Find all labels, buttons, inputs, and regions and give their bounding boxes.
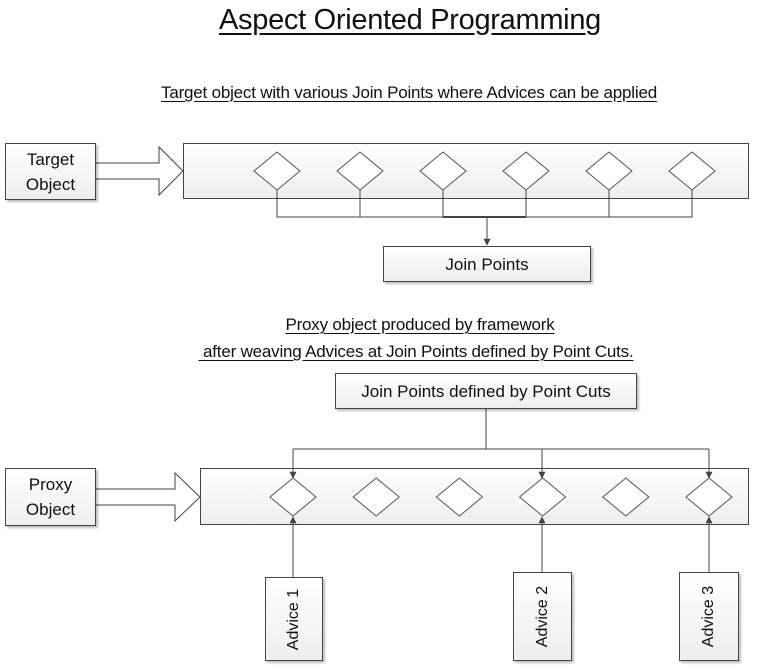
pointcut-box: Join Points defined by Point Cuts	[335, 373, 637, 409]
advice-1-label: Advice 1	[285, 588, 303, 650]
advice-2-box: Advice 2	[513, 572, 572, 661]
proxy-block-arrow	[94, 471, 201, 523]
diagram-canvas	[94, 143, 749, 577]
pointcut-label: Join Points defined by Point Cuts	[361, 381, 611, 401]
join-points-label: Join Points	[445, 254, 529, 274]
advice-1-box: Advice 1	[265, 577, 323, 661]
proxy-object-label-1: Proxy	[28, 475, 73, 494]
target-object-label-2: Object	[25, 174, 76, 194]
target-object-box: Target Object	[5, 143, 96, 200]
target-block-arrow	[94, 145, 184, 197]
advice-3-box: Advice 3	[679, 572, 739, 661]
proxy-object-label-2: Object	[25, 500, 76, 519]
proxy-object-box: Proxy Object	[5, 468, 96, 526]
pointcut-connector	[293, 409, 709, 450]
join-points-box: Join Points	[383, 246, 591, 282]
advice-3-label: Advice 3	[700, 585, 718, 648]
advice-2-label: Advice 2	[534, 585, 551, 648]
target-object-label-1: Target	[26, 149, 75, 169]
